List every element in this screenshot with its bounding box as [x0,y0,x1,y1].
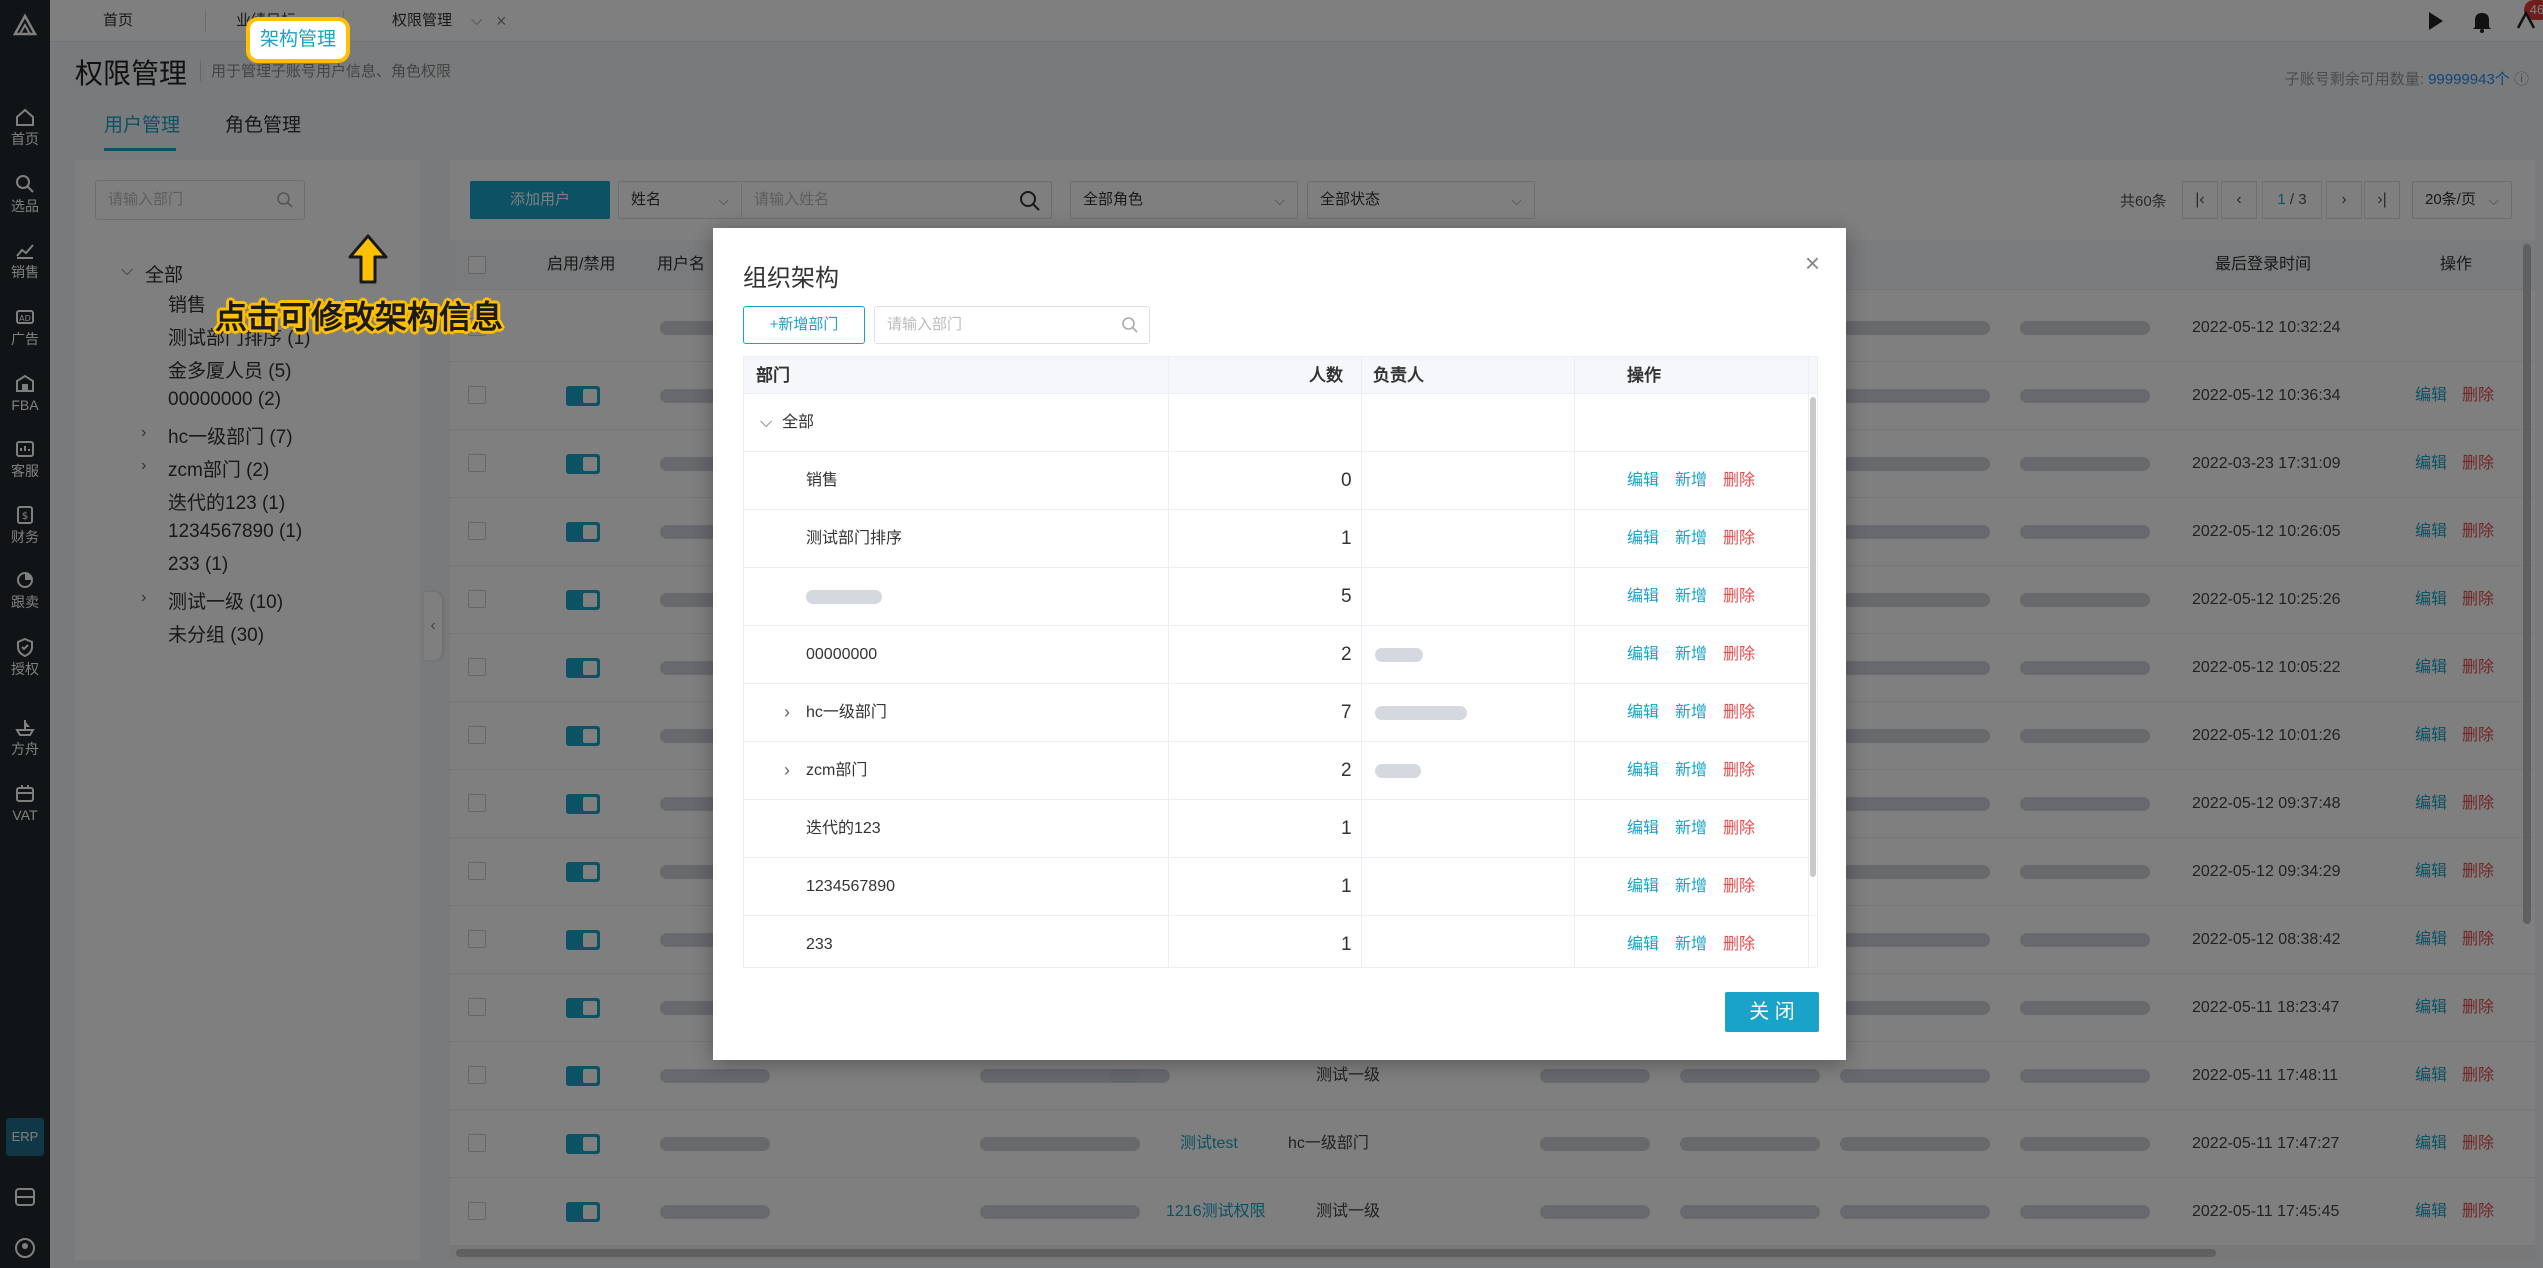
add-subdept-link[interactable]: 新增 [1675,704,1707,721]
dept-name: 1234567890 [806,878,895,895]
edit-dept-link[interactable]: 编辑 [1627,762,1659,779]
col-dept-header: 部门 [756,366,790,385]
architecture-management-button[interactable]: 架构管理 [246,17,350,63]
up-arrow-icon [348,234,388,284]
redacted-manager [1375,648,1423,662]
org-row[interactable]: 1234567890 1 编辑 新增 删除 [744,858,1817,916]
chevron-right-icon[interactable]: › [784,742,790,799]
dept-name: 233 [806,936,833,953]
row-actions: 编辑 新增 删除 [1627,742,1755,799]
row-actions: 编辑 新增 删除 [1627,684,1755,741]
add-subdept-link[interactable]: 新增 [1675,820,1707,837]
edit-dept-link[interactable]: 编辑 [1627,820,1659,837]
org-row[interactable]: 销售 0 编辑 新增 删除 [744,452,1817,510]
add-subdept-link[interactable]: 新增 [1675,936,1707,953]
edit-dept-link[interactable]: 编辑 [1627,588,1659,605]
row-actions: 编辑 新增 删除 [1627,800,1755,857]
col-manager-header: 负责人 [1373,366,1424,385]
org-table-header: 部门 人数 负责人 操作 [744,357,1817,394]
dept-name: 迭代的123 [806,820,881,837]
dept-name: hc一级部门 [806,704,887,721]
member-count: 2 [1341,760,1352,781]
delete-dept-link[interactable]: 删除 [1723,472,1755,489]
member-count: 2 [1341,644,1352,665]
close-icon[interactable]: × [1805,250,1820,276]
delete-dept-link[interactable]: 删除 [1723,704,1755,721]
annotation-text: 点击可修改架构信息 [215,299,504,335]
delete-dept-link[interactable]: 删除 [1723,646,1755,663]
dept-name: 销售 [806,472,839,489]
row-actions: 编辑 新增 删除 [1627,510,1755,567]
member-count: 1 [1341,934,1352,955]
chevron-right-icon[interactable]: › [784,684,790,741]
delete-dept-link[interactable]: 删除 [1723,878,1755,895]
member-count: 7 [1341,702,1352,723]
edit-dept-link[interactable]: 编辑 [1627,530,1659,547]
edit-dept-link[interactable]: 编辑 [1627,936,1659,953]
add-department-button[interactable]: +新增部门 [743,306,865,344]
dept-name: zcm部门 [806,762,868,779]
edit-dept-link[interactable]: 编辑 [1627,704,1659,721]
col-count-header: 人数 [1309,366,1343,385]
close-dialog-button[interactable]: 关 闭 [1725,992,1819,1032]
member-count: 1 [1341,528,1352,549]
member-count: 1 [1341,876,1352,897]
add-subdept-link[interactable]: 新增 [1675,472,1707,489]
org-row[interactable]: › zcm部门 2 编辑 新增 删除 [744,742,1817,800]
col-actions-header: 操作 [1627,366,1661,385]
add-subdept-link[interactable]: 新增 [1675,588,1707,605]
org-row[interactable]: 测试部门排序 1 编辑 新增 删除 [744,510,1817,568]
search-icon[interactable] [1121,316,1139,334]
chevron-down-icon[interactable]: ⌵ [760,394,772,451]
redacted-manager [1375,764,1421,778]
delete-dept-link[interactable]: 删除 [1723,588,1755,605]
org-row[interactable]: 迭代的123 1 编辑 新增 删除 [744,800,1817,858]
org-row[interactable]: 00000000 2 编辑 新增 删除 [744,626,1817,684]
org-row-root[interactable]: ⌵ 全部 [744,394,1817,452]
org-row[interactable]: 5 编辑 新增 删除 [744,568,1817,626]
add-subdept-link[interactable]: 新增 [1675,646,1707,663]
dialog-title: 组织架构 [743,265,839,292]
row-actions: 编辑 新增 删除 [1627,452,1755,509]
dept-search-input[interactable]: 请输入部门 [874,306,1150,344]
row-actions: 编辑 新增 删除 [1627,626,1755,683]
org-structure-dialog: 组织架构 × +新增部门 请输入部门 部门 人数 负责人 操作 ⌵ 全部 销售 0… [713,228,1846,1060]
dept-name: 全部 [782,414,815,431]
edit-dept-link[interactable]: 编辑 [1627,878,1659,895]
dept-search-placeholder: 请输入部门 [887,316,963,333]
redacted-manager [1375,706,1467,720]
delete-dept-link[interactable]: 删除 [1723,820,1755,837]
dept-name: 测试部门排序 [806,530,903,547]
delete-dept-link[interactable]: 删除 [1723,530,1755,547]
row-actions: 编辑 新增 删除 [1627,568,1755,625]
dept-name: 00000000 [806,646,878,663]
redacted-dept-name [806,590,882,604]
edit-dept-link[interactable]: 编辑 [1627,472,1659,489]
edit-dept-link[interactable]: 编辑 [1627,646,1659,663]
add-subdept-link[interactable]: 新增 [1675,878,1707,895]
row-actions: 编辑 新增 删除 [1627,916,1755,967]
delete-dept-link[interactable]: 删除 [1723,762,1755,779]
dialog-scrollbar[interactable] [1810,397,1816,877]
add-subdept-link[interactable]: 新增 [1675,530,1707,547]
org-row[interactable]: 233 1 编辑 新增 删除 [744,916,1817,967]
member-count: 1 [1341,818,1352,839]
org-table: 部门 人数 负责人 操作 ⌵ 全部 销售 0 编辑 新增 删除 测试部门排序 1 编辑 新增 删除… [743,356,1818,968]
org-row[interactable]: › hc一级部门 7 编辑 新增 删除 [744,684,1817,742]
member-count: 5 [1341,586,1352,607]
row-actions: 编辑 新增 删除 [1627,858,1755,915]
delete-dept-link[interactable]: 删除 [1723,936,1755,953]
member-count: 0 [1341,470,1352,491]
add-subdept-link[interactable]: 新增 [1675,762,1707,779]
